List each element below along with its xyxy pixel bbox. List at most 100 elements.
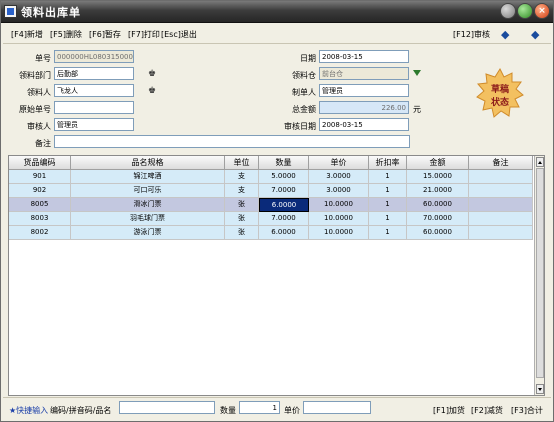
code-label: 编码/拼音码/品名 [50,406,112,415]
exit-button[interactable]: [Esc]退出 [161,29,197,40]
column-header[interactable]: 金额 [407,156,469,170]
column-header[interactable]: 单位 [225,156,259,170]
table-cell[interactable]: 6.0000 [259,226,309,240]
picker-picker-icon[interactable]: ♚ [147,86,157,96]
price-input[interactable] [303,401,371,414]
column-header[interactable]: 单价 [309,156,369,170]
print-button[interactable]: [F7]打印 [128,29,160,40]
table-cell[interactable]: 5.0000 [259,170,309,184]
save-draft-button[interactable]: [F6]暂存 [89,29,121,40]
auditor-field: 管理员 [54,118,134,131]
price-label: 单价 [284,406,300,415]
audit-button[interactable]: [F12]审核 [453,29,490,40]
picker-field[interactable]: 飞龙人 [54,84,134,97]
table-cell[interactable] [469,198,533,212]
table-cell[interactable]: 10.0000 [309,212,369,226]
stamp-line-2: 状态 [490,98,509,108]
table-row[interactable]: 8005 滑冰门票张 6.0000 10.0000 1 60.0000 [9,198,533,212]
table-cell[interactable]: 8005 [9,198,71,212]
dept-field[interactable]: 后勤部 [54,67,134,80]
minimize-button[interactable] [500,3,516,19]
table-cell[interactable] [469,226,533,240]
warehouse-field[interactable]: 前台仓 [319,67,409,80]
dept-picker-icon[interactable]: ♚ [147,69,157,79]
table-cell[interactable]: 张 [225,212,259,226]
table-cell[interactable]: 1 [369,198,407,212]
add-goods-button[interactable]: [F1]加货 [433,405,465,416]
total-button[interactable]: [F3]合计 [511,405,543,416]
table-cell[interactable]: 可口可乐 [71,184,225,198]
table-cell[interactable]: 902 [9,184,71,198]
document-window: 领料出库单 × [F4]新增 [F5]删除 [F6]暂存 [F7]打印 [Esc… [0,0,554,422]
remark-field[interactable] [54,135,410,148]
close-button[interactable]: × [534,3,550,19]
table-row[interactable]: 8002 游泳门票张 6.0000 10.0000 1 60.0000 [9,226,533,240]
table-cell[interactable]: 3.0000 [309,170,369,184]
next-record-icon[interactable]: ◆ [531,28,539,41]
column-header[interactable]: 折扣率 [369,156,407,170]
table-cell[interactable]: 60.0000 [407,198,469,212]
vertical-scrollbar[interactable] [534,156,544,395]
table-cell[interactable]: 张 [225,226,259,240]
scroll-down-icon[interactable] [536,384,544,394]
doc-no-field: 000000HL0803150007 [54,50,134,63]
title-bar[interactable]: 领料出库单 × [1,1,553,23]
table-cell[interactable]: 8002 [9,226,71,240]
quick-entry-bar: ★快捷输入 编码/拼音码/品名 数量 1 单价 [F1]加货 [F2]减货 [F… [3,397,551,419]
qty-input[interactable]: 1 [239,401,280,414]
quick-input-label[interactable]: ★快捷输入 [9,405,48,416]
table-cell[interactable]: 1 [369,170,407,184]
table-cell[interactable]: 支 [225,184,259,198]
warehouse-dropdown-icon[interactable] [413,70,421,76]
remark-label: 备注 [35,139,51,148]
scroll-up-icon[interactable] [536,157,544,167]
column-header[interactable]: 备注 [469,156,533,170]
total-label: 总金额 [292,105,316,114]
column-header[interactable]: 货品编码 [9,156,71,170]
orig-no-field[interactable] [54,101,134,114]
total-amount-field: 226.00 [319,101,409,114]
table-cell[interactable]: 6.0000 [259,198,309,212]
table-cell[interactable]: 21.0000 [407,184,469,198]
table-cell[interactable]: 70.0000 [407,212,469,226]
table-cell[interactable] [469,212,533,226]
delete-button[interactable]: [F5]删除 [50,29,82,40]
table-cell[interactable]: 羽毛球门票 [71,212,225,226]
items-table[interactable]: 货品编码 品名规格 单位 数量 单价 折扣率 金额 备注 901 锦江啤酒支 5.0000 3.00… [8,155,545,396]
date-field[interactable]: 2008-03-15 [319,50,409,63]
table-cell[interactable]: 7.0000 [259,184,309,198]
audit-date-field: 2008-03-15 [319,118,409,131]
table-cell[interactable]: 张 [225,198,259,212]
table-cell[interactable]: 3.0000 [309,184,369,198]
table-cell[interactable]: 锦江啤酒 [71,170,225,184]
table-cell[interactable]: 支 [225,170,259,184]
code-input[interactable] [119,401,215,414]
previous-record-icon[interactable]: ◆ [501,28,509,41]
creator-field: 管理员 [319,84,409,97]
table-row[interactable]: 901 锦江啤酒支 5.0000 3.0000 1 15.0000 [9,170,533,184]
table-row[interactable]: 8003 羽毛球门票张 7.0000 10.0000 1 70.0000 [9,212,533,226]
table-cell[interactable]: 1 [369,226,407,240]
table-cell[interactable]: 滑冰门票 [71,198,225,212]
remove-goods-button[interactable]: [F2]减货 [471,405,503,416]
table-cell[interactable]: 7.0000 [259,212,309,226]
scroll-thumb[interactable] [536,168,544,378]
column-header[interactable]: 品名规格 [71,156,225,170]
draft-status-stamp: 草稿 状态 [475,67,525,118]
table-cell[interactable]: 8003 [9,212,71,226]
table-cell[interactable] [469,170,533,184]
table-cell[interactable]: 15.0000 [407,170,469,184]
table-cell[interactable]: 10.0000 [309,226,369,240]
table-cell[interactable]: 60.0000 [407,226,469,240]
column-header[interactable]: 数量 [259,156,309,170]
table-cell[interactable]: 901 [9,170,71,184]
table-cell[interactable] [469,184,533,198]
table-row[interactable]: 902 可口可乐支 7.0000 3.0000 1 21.0000 [9,184,533,198]
table-cell[interactable]: 1 [369,184,407,198]
table-cell[interactable]: 10.0000 [309,198,369,212]
maximize-button[interactable] [517,3,533,19]
new-button[interactable]: [F4]新增 [11,29,43,40]
table-cell[interactable]: 1 [369,212,407,226]
creator-label: 制单人 [292,88,316,97]
table-cell[interactable]: 游泳门票 [71,226,225,240]
